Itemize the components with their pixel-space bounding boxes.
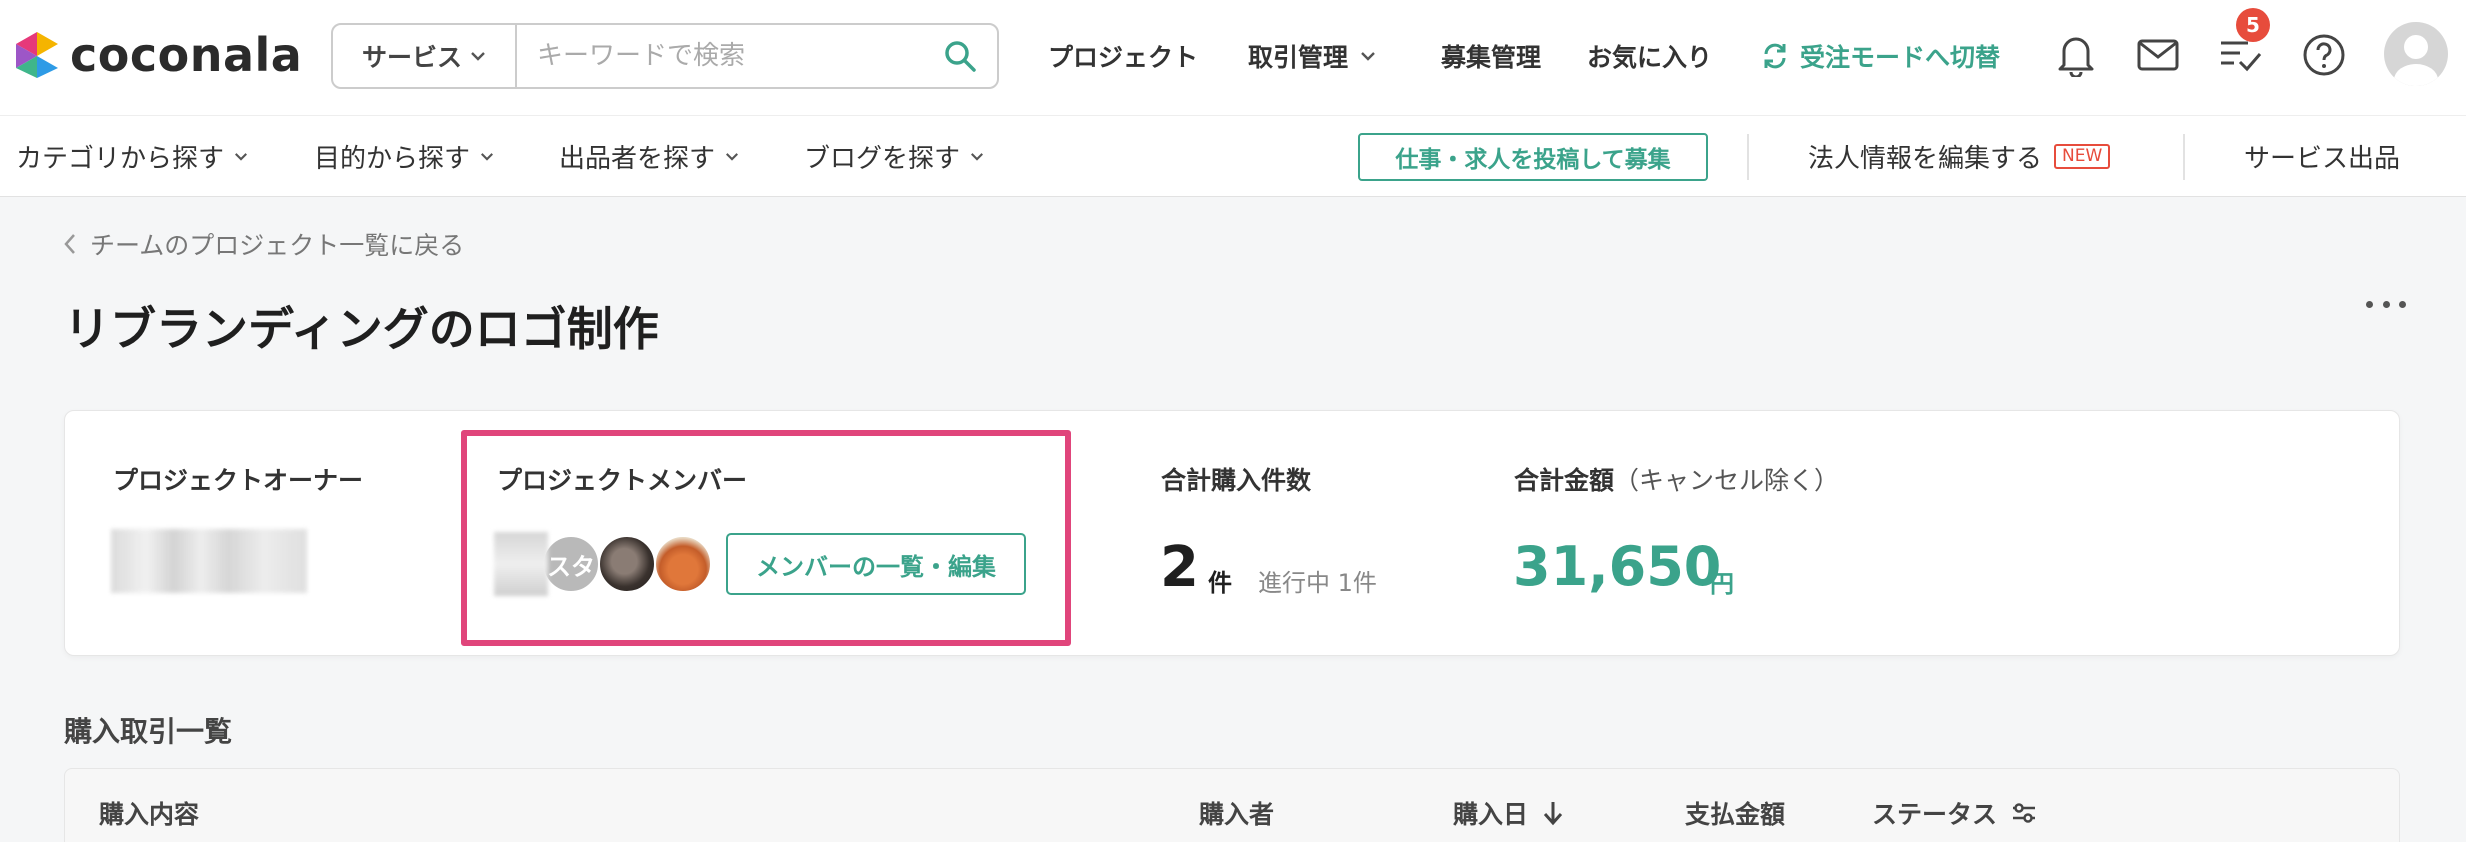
chevron-down-icon	[235, 153, 248, 161]
purchase-count-value: 2	[1160, 535, 1199, 600]
more-dot-icon	[2382, 300, 2390, 308]
browse-sellers-menu[interactable]: 出品者を探す	[559, 138, 739, 175]
column-status-filter[interactable]: ステータス	[1872, 795, 2037, 831]
sell-service-label: サービス出品	[2244, 144, 2401, 174]
filter-sliders-icon	[2013, 803, 2036, 823]
chevron-down-icon	[471, 52, 485, 61]
chevron-down-icon	[726, 153, 739, 161]
category-navbar: カテゴリから探す 目的から探す 出品者を探す ブログを探す 仕事・求人を投稿して…	[0, 115, 2466, 197]
total-amount-note: （キャンセル除く）	[1614, 466, 1840, 495]
owner-name-redacted	[111, 529, 307, 593]
logo-mark-icon	[16, 32, 58, 78]
column-buyer: 購入者	[1199, 795, 1274, 831]
column-amount-label: 支払金額	[1685, 800, 1786, 829]
column-content: 購入内容	[99, 795, 199, 831]
total-amount-label-group: 合計金額（キャンセル除く）	[1514, 461, 1839, 497]
more-dot-icon	[2399, 300, 2406, 308]
member-avatar-redacted	[494, 532, 548, 596]
browse-category-menu[interactable]: カテゴリから探す	[16, 138, 248, 175]
nav-project[interactable]: プロジェクト	[1048, 38, 1198, 74]
purchase-count-unit: 件	[1208, 569, 1232, 597]
column-status-label: ステータス	[1872, 800, 1998, 829]
new-badge: NEW	[2054, 144, 2111, 169]
bell-icon	[2058, 37, 2094, 77]
search-input[interactable]	[517, 25, 923, 87]
chevron-down-icon	[481, 153, 494, 161]
logo-text: coconala	[70, 28, 303, 82]
browse-blog-label: ブログを探す	[804, 144, 961, 174]
back-link-label: チームのプロジェクト一覧に戻る	[90, 231, 465, 260]
edit-corp-info-link[interactable]: 法人情報を編集する NEW	[1808, 138, 2111, 175]
transactions-section-title: 購入取引一覧	[64, 715, 233, 748]
chevron-down-icon	[1361, 52, 1375, 61]
in-progress-count: 進行中 1件	[1258, 569, 1377, 597]
switch-mode-link[interactable]: 受注モードへ切替	[1760, 38, 2000, 74]
search-icon	[945, 41, 976, 72]
purchase-count-label: 合計購入件数	[1161, 466, 1312, 495]
browse-blog-menu[interactable]: ブログを探す	[804, 138, 984, 175]
post-job-button[interactable]: 仕事・求人を投稿して募集	[1358, 133, 1708, 181]
nav-recruit[interactable]: 募集管理	[1441, 38, 1541, 74]
refresh-icon	[1764, 43, 1786, 69]
column-amount: 支払金額	[1685, 795, 1785, 831]
member-avatar[interactable]: スタ	[542, 535, 600, 593]
total-amount-value: 31,650	[1513, 535, 1722, 598]
more-options-button[interactable]	[2366, 292, 2406, 316]
search-bar: サービス	[331, 23, 999, 89]
member-avatars: スタ メンバーの一覧・編集	[494, 532, 1026, 596]
transactions-table-header: 購入内容 購入者 購入日 支払金額 ステータス	[64, 768, 2400, 842]
column-content-label: 購入内容	[99, 800, 200, 829]
member-avatar-initials: スタ	[547, 552, 595, 581]
chevron-left-icon	[64, 234, 75, 254]
nav-favorites[interactable]: お気に入り	[1587, 38, 1712, 74]
switch-mode-label: 受注モードへ切替	[1800, 43, 2001, 72]
owner-label: プロジェクトオーナー	[113, 466, 364, 495]
todo-list-icon	[2221, 41, 2262, 72]
member-avatar-photo[interactable]	[654, 535, 712, 593]
browse-sellers-label: 出品者を探す	[559, 144, 716, 174]
nav-favorites-label: お気に入り	[1587, 43, 1713, 72]
members-list-edit-button[interactable]: メンバーの一覧・編集	[726, 533, 1026, 595]
user-avatar[interactable]	[2384, 22, 2448, 86]
sell-service-link[interactable]: サービス出品	[2244, 138, 2400, 175]
more-dot-icon	[2366, 300, 2373, 308]
help-icon	[2303, 34, 2345, 76]
edit-corp-info-label: 法人情報を編集する	[1808, 144, 2043, 174]
browse-purpose-label: 目的から探す	[314, 144, 471, 174]
nav-transactions-label: 取引管理	[1248, 43, 1349, 72]
notifications-button[interactable]	[2048, 27, 2104, 83]
total-amount-label: 合計金額	[1514, 466, 1615, 495]
coconala-logo[interactable]: coconala	[14, 28, 302, 82]
user-silhouette-icon	[2394, 35, 2438, 86]
column-date-sort[interactable]: 購入日	[1453, 795, 1564, 831]
page-title: リブランディングのロゴ制作	[64, 302, 659, 356]
search-button[interactable]	[923, 25, 997, 87]
todo-count-badge: 5	[2236, 8, 2270, 42]
messages-button[interactable]	[2130, 27, 2186, 83]
mail-icon	[2137, 39, 2179, 71]
chevron-down-icon	[971, 153, 984, 161]
nav-recruit-label: 募集管理	[1441, 43, 1542, 72]
divider	[2183, 134, 2185, 180]
nav-project-label: プロジェクト	[1048, 43, 1199, 72]
nav-transactions[interactable]: 取引管理	[1248, 38, 1376, 74]
top-header: coconala サービス プロジェクト 取引管理 募集管理 お気に入り 受注モ…	[0, 0, 2466, 115]
column-date-label: 購入日	[1453, 800, 1529, 829]
search-category-label: サービス	[361, 43, 462, 72]
browse-purpose-menu[interactable]: 目的から探す	[314, 138, 494, 175]
back-to-projects-link[interactable]: チームのプロジェクト一覧に戻る	[64, 226, 464, 262]
member-avatar-photo[interactable]	[598, 535, 656, 593]
divider	[1747, 134, 1749, 180]
browse-category-label: カテゴリから探す	[16, 144, 225, 174]
search-category-select[interactable]: サービス	[333, 25, 517, 87]
help-button[interactable]	[2296, 27, 2352, 83]
column-buyer-label: 購入者	[1199, 800, 1275, 829]
sort-down-icon	[1543, 802, 1563, 826]
total-amount-unit: 円	[1710, 570, 1734, 598]
project-summary-card: プロジェクトオーナー プロジェクトメンバー 合計購入件数 合計金額（キャンセル除…	[64, 410, 2400, 656]
